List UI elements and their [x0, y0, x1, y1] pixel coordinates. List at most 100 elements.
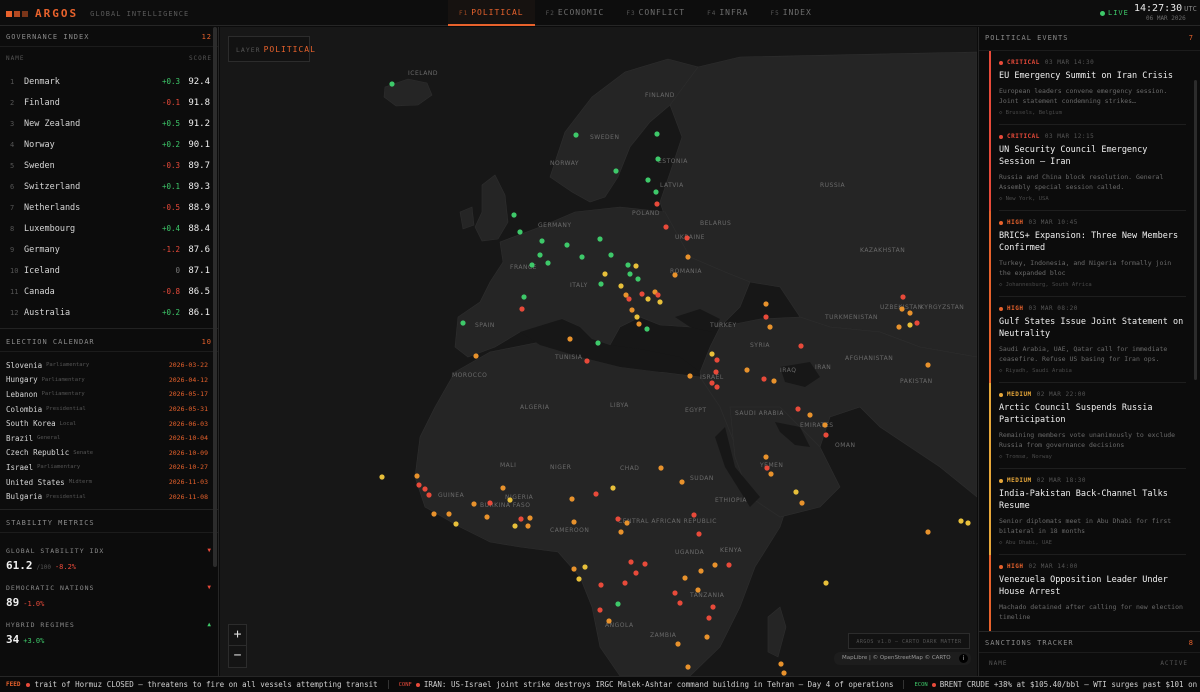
event-marker-icon[interactable]	[525, 523, 531, 529]
event-marker-icon[interactable]	[645, 177, 651, 183]
zoom-out-button[interactable]: −	[229, 646, 246, 667]
event-marker-icon[interactable]	[537, 252, 543, 258]
event-marker-icon[interactable]	[571, 519, 577, 525]
event-card[interactable]: HIGH 03 MAR 08:20 Gulf States Issue Joint …	[989, 297, 1200, 383]
event-marker-icon[interactable]	[695, 587, 701, 593]
event-marker-icon[interactable]	[642, 561, 648, 567]
event-marker-icon[interactable]	[714, 357, 720, 363]
event-marker-icon[interactable]	[644, 326, 650, 332]
event-marker-icon[interactable]	[602, 271, 608, 277]
event-marker-icon[interactable]	[645, 296, 651, 302]
event-marker-icon[interactable]	[517, 229, 523, 235]
event-marker-icon[interactable]	[379, 474, 385, 480]
event-marker-icon[interactable]	[426, 492, 432, 498]
event-marker-icon[interactable]	[710, 604, 716, 610]
event-marker-icon[interactable]	[907, 322, 913, 328]
event-marker-icon[interactable]	[684, 235, 690, 241]
event-marker-icon[interactable]	[687, 373, 693, 379]
event-marker-icon[interactable]	[698, 568, 704, 574]
election-row[interactable]: Slovenia Parliamentary 2026-03-22	[0, 358, 218, 373]
event-marker-icon[interactable]	[691, 512, 697, 518]
election-row[interactable]: Lebanon Parliamentary 2026-05-17	[0, 387, 218, 402]
left-scrollbar[interactable]	[213, 27, 217, 567]
event-marker-icon[interactable]	[564, 242, 570, 248]
governance-row[interactable]: 6 Switzerland +0.1 89.3	[0, 176, 218, 197]
event-marker-icon[interactable]	[636, 321, 642, 327]
event-marker-icon[interactable]	[597, 236, 603, 242]
event-marker-icon[interactable]	[618, 283, 624, 289]
right-scrollbar[interactable]	[1194, 80, 1197, 380]
event-marker-icon[interactable]	[639, 291, 645, 297]
event-card[interactable]: HIGH 02 MAR 14:00 Venezuela Opposition Lea…	[989, 555, 1200, 631]
event-card[interactable]: MEDIUM 02 MAR 18:30 India-Pakistan Back-Ch…	[989, 469, 1200, 555]
event-marker-icon[interactable]	[795, 406, 801, 412]
event-marker-icon[interactable]	[654, 131, 660, 137]
event-marker-icon[interactable]	[763, 314, 769, 320]
map-attribution[interactable]: MapLibre | © OpenStreetMap © CARTO i	[834, 652, 971, 665]
election-row[interactable]: Brazil General 2026-10-04	[0, 431, 218, 446]
event-marker-icon[interactable]	[529, 262, 535, 268]
event-marker-icon[interactable]	[633, 263, 639, 269]
event-marker-icon[interactable]	[576, 576, 582, 582]
event-marker-icon[interactable]	[633, 570, 639, 576]
event-marker-icon[interactable]	[764, 465, 770, 471]
governance-row[interactable]: 12 Australia +0.2 86.1	[0, 302, 218, 323]
governance-row[interactable]: 7 Netherlands -0.5 88.9	[0, 197, 218, 218]
event-marker-icon[interactable]	[807, 412, 813, 418]
event-marker-icon[interactable]	[571, 566, 577, 572]
event-marker-icon[interactable]	[627, 271, 633, 277]
event-marker-icon[interactable]	[567, 336, 573, 342]
event-marker-icon[interactable]	[899, 306, 905, 312]
event-marker-icon[interactable]	[672, 590, 678, 596]
event-marker-icon[interactable]	[763, 454, 769, 460]
event-marker-icon[interactable]	[622, 580, 628, 586]
event-marker-icon[interactable]	[610, 485, 616, 491]
event-marker-icon[interactable]	[624, 520, 630, 526]
ticker-item[interactable]: CONF IRAN: US-Israel joint strike destroy…	[399, 680, 894, 689]
event-card[interactable]: HIGH 03 MAR 10:45 BRICS+ Expansion: Three …	[989, 211, 1200, 297]
event-marker-icon[interactable]	[654, 201, 660, 207]
event-marker-icon[interactable]	[615, 601, 621, 607]
event-marker-icon[interactable]	[685, 664, 691, 670]
event-marker-icon[interactable]	[726, 562, 732, 568]
event-marker-icon[interactable]	[608, 252, 614, 258]
event-marker-icon[interactable]	[471, 501, 477, 507]
event-marker-icon[interactable]	[389, 81, 395, 87]
event-marker-icon[interactable]	[527, 515, 533, 521]
event-marker-icon[interactable]	[582, 564, 588, 570]
event-marker-icon[interactable]	[625, 262, 631, 268]
election-row[interactable]: Colombia Presidential 2026-05-31	[0, 402, 218, 417]
event-marker-icon[interactable]	[778, 661, 784, 667]
election-row[interactable]: South Korea Local 2026-06-03	[0, 416, 218, 431]
event-marker-icon[interactable]	[573, 132, 579, 138]
event-marker-icon[interactable]	[484, 514, 490, 520]
event-marker-icon[interactable]	[709, 351, 715, 357]
tab-index[interactable]: F5 INDEX	[759, 0, 822, 26]
governance-row[interactable]: 5 Sweden -0.3 89.7	[0, 155, 218, 176]
event-marker-icon[interactable]	[453, 521, 459, 527]
event-marker-icon[interactable]	[545, 260, 551, 266]
ticker-item[interactable]: trait of Hormuz CLOSED — threatens to fi…	[26, 680, 378, 689]
event-marker-icon[interactable]	[925, 362, 931, 368]
event-marker-icon[interactable]	[626, 296, 632, 302]
event-marker-icon[interactable]	[704, 634, 710, 640]
event-marker-icon[interactable]	[965, 520, 971, 526]
event-marker-icon[interactable]	[767, 324, 773, 330]
event-marker-icon[interactable]	[925, 529, 931, 535]
event-marker-icon[interactable]	[653, 189, 659, 195]
event-marker-icon[interactable]	[768, 471, 774, 477]
event-marker-icon[interactable]	[714, 384, 720, 390]
event-marker-icon[interactable]	[431, 511, 437, 517]
event-marker-icon[interactable]	[799, 500, 805, 506]
event-marker-icon[interactable]	[460, 320, 466, 326]
event-marker-icon[interactable]	[487, 500, 493, 506]
event-marker-icon[interactable]	[793, 489, 799, 495]
election-row[interactable]: Hungary Parliamentary 2026-04-12	[0, 373, 218, 388]
ticker-item[interactable]: ECON BRENT CRUDE +38% at $105.40/bbl — WT…	[914, 680, 1200, 689]
event-marker-icon[interactable]	[696, 531, 702, 537]
event-marker-icon[interactable]	[414, 473, 420, 479]
tab-conflict[interactable]: F3 CONFLICT	[615, 0, 696, 26]
event-marker-icon[interactable]	[569, 496, 575, 502]
event-marker-icon[interactable]	[473, 353, 479, 359]
event-marker-icon[interactable]	[798, 343, 804, 349]
